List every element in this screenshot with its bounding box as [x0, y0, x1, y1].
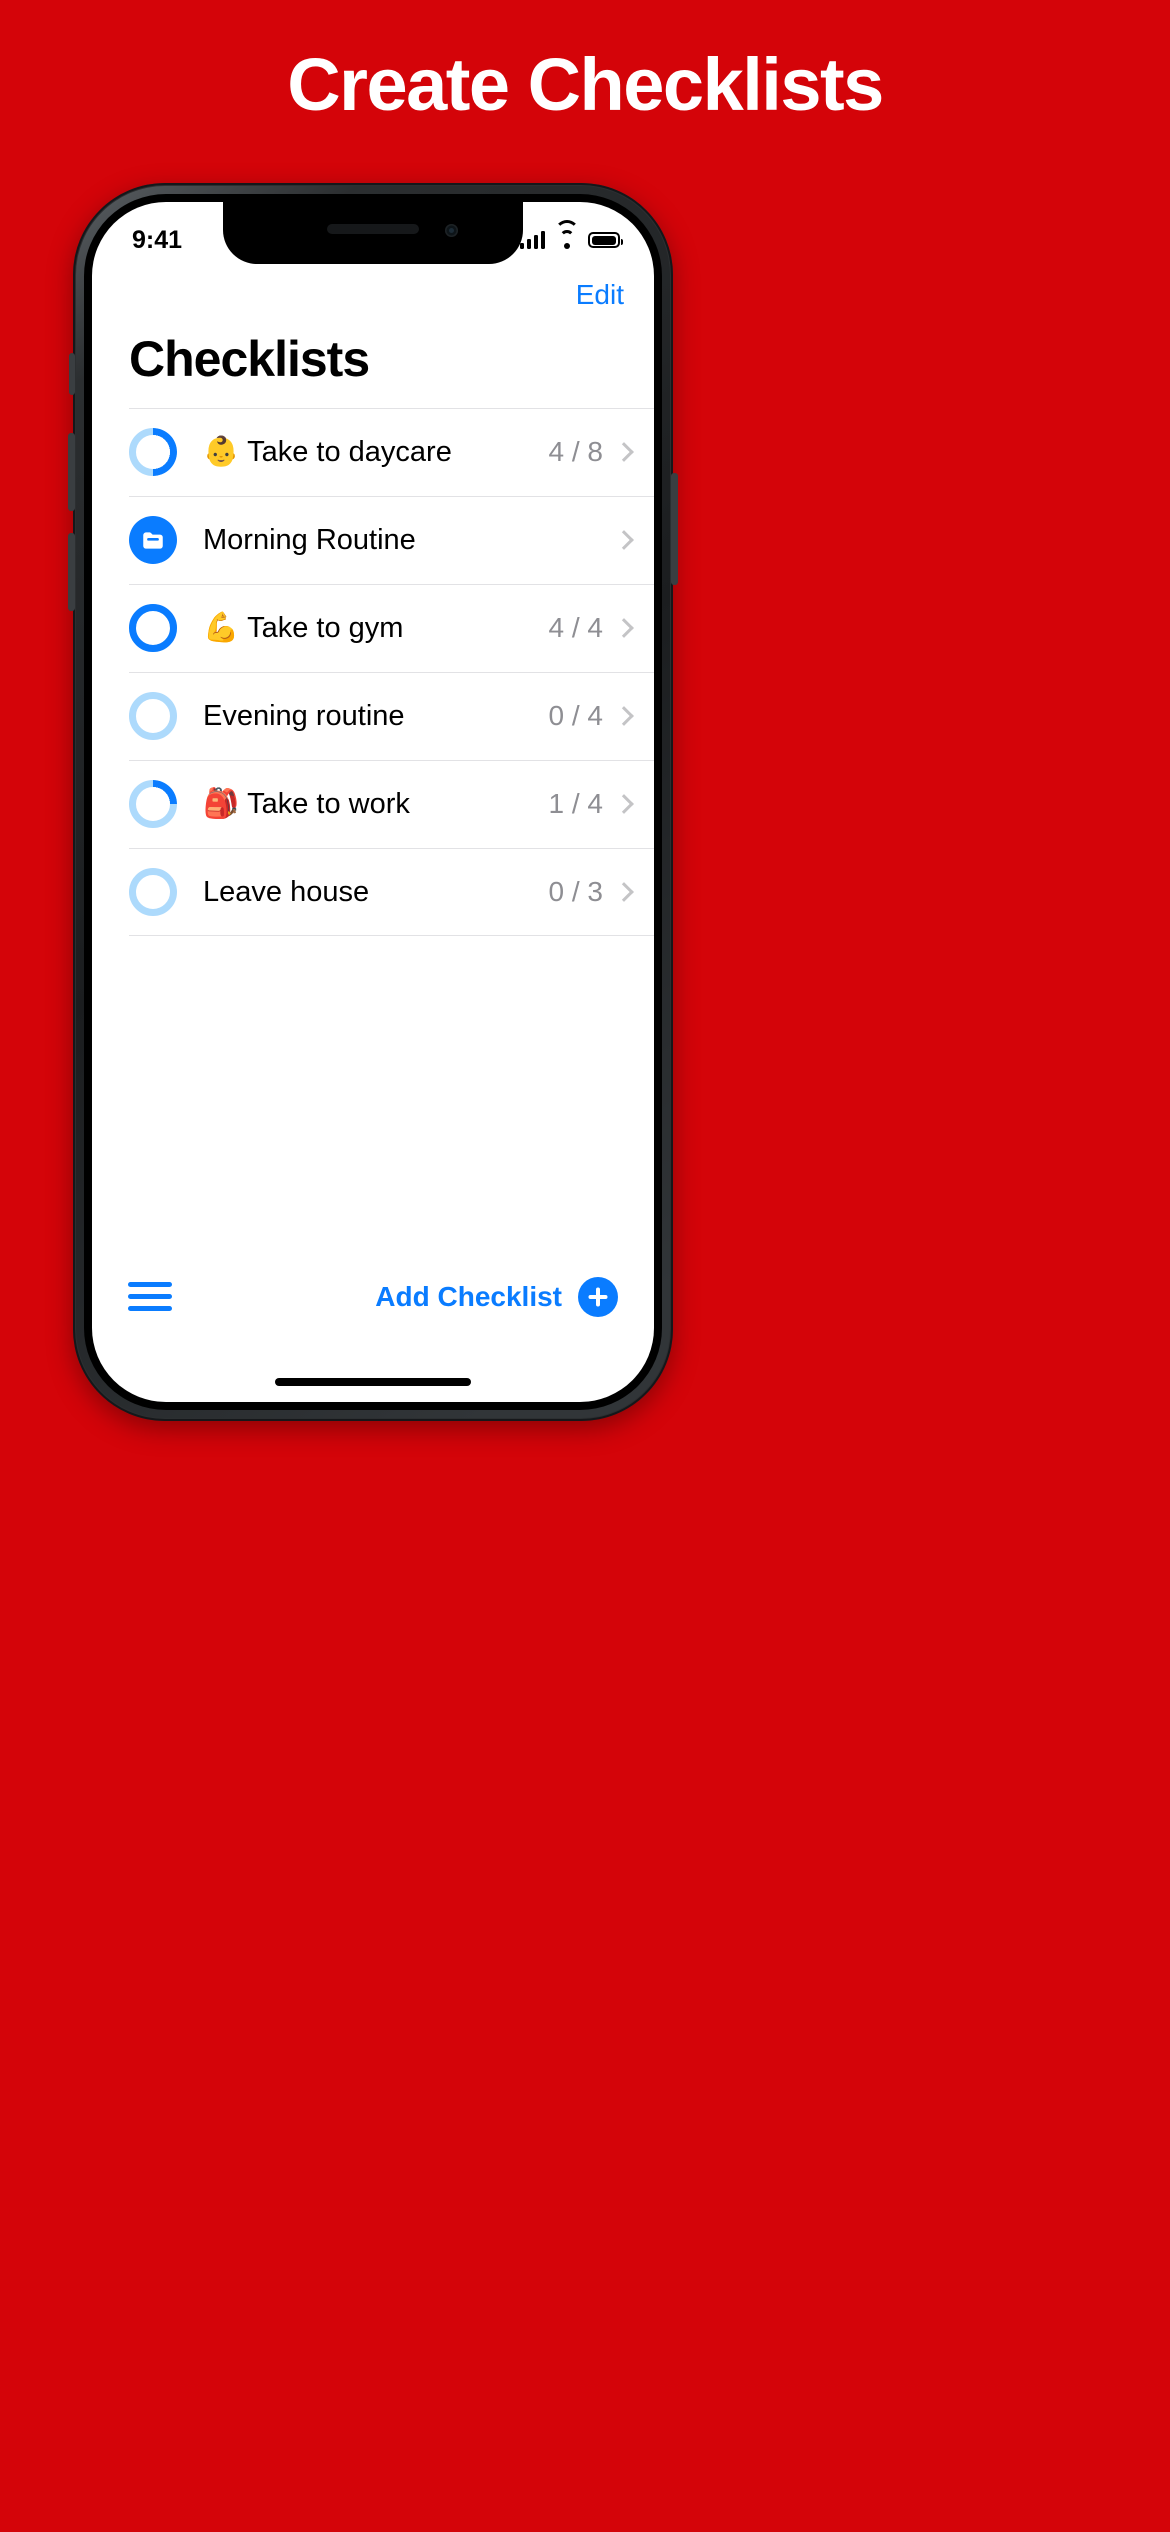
row-emoji: 💪: [203, 611, 240, 644]
row-label: Evening routine: [203, 699, 405, 732]
marketing-headline: Create Checklists: [287, 43, 884, 126]
row-count: 1 / 4: [548, 788, 603, 819]
progress-ring: [129, 780, 177, 828]
progress-ring: [129, 604, 177, 652]
cellular-signal-icon: [519, 231, 545, 249]
hamburger-menu-icon[interactable]: [128, 1282, 172, 1312]
progress-ring: [129, 868, 177, 916]
checklist-list: 👶 Take to daycare 4 / 8 Morning Routine 💪 Tak…: [92, 408, 654, 936]
page-title: Checklists: [129, 331, 370, 387]
row-count: 0 / 3: [548, 876, 603, 907]
edit-button[interactable]: Edit: [576, 279, 624, 311]
add-checklist-button[interactable]: Add Checklist: [375, 1277, 618, 1317]
row-label: Take to work: [247, 787, 410, 820]
plus-circle-icon: [578, 1277, 618, 1317]
row-label: Take to daycare: [247, 435, 452, 468]
row-label: Morning Routine: [203, 523, 416, 556]
chevron-right-icon: [617, 531, 628, 550]
battery-icon: [588, 232, 623, 248]
row-emoji: 🎒: [203, 787, 240, 820]
phone-screen: 9:41 Edit Checklists 👶 Take to daycare 4…: [92, 202, 654, 1402]
mute-switch[interactable]: [69, 353, 75, 395]
power-button[interactable]: [671, 473, 678, 585]
table-row[interactable]: Morning Routine: [129, 496, 654, 584]
chevron-right-icon: [617, 619, 628, 638]
row-count: 0 / 4: [548, 700, 603, 731]
row-count: 4 / 4: [548, 612, 603, 643]
table-row[interactable]: 💪 Take to gym 4 / 4: [129, 584, 654, 672]
status-icons: [519, 220, 623, 249]
chevron-right-icon: [617, 795, 628, 814]
chevron-right-icon: [617, 707, 628, 726]
wifi-icon: [554, 220, 579, 249]
progress-ring: [129, 428, 177, 476]
table-row[interactable]: 🎒 Take to work 1 / 4: [129, 760, 654, 848]
phone-bezel: 9:41 Edit Checklists 👶 Take to daycare 4…: [84, 194, 662, 1410]
row-label: Leave house: [203, 875, 370, 908]
phone-device-frame: 9:41 Edit Checklists 👶 Take to daycare 4…: [68, 183, 678, 1421]
bottom-toolbar: Add Checklist: [92, 1258, 654, 1336]
folder-icon: [129, 516, 177, 564]
progress-ring: [129, 692, 177, 740]
volume-down-button[interactable]: [68, 533, 75, 611]
home-indicator[interactable]: [275, 1378, 471, 1386]
chevron-right-icon: [617, 443, 628, 462]
row-label: Take to gym: [247, 611, 404, 644]
row-count: 4 / 8: [548, 436, 603, 467]
row-emoji: 👶: [203, 435, 240, 468]
table-row[interactable]: 👶 Take to daycare 4 / 8: [129, 408, 654, 496]
volume-up-button[interactable]: [68, 433, 75, 511]
status-time: 9:41: [132, 225, 183, 254]
navigation-bar: Edit: [92, 264, 654, 326]
add-checklist-label: Add Checklist: [375, 1281, 562, 1312]
status-bar: 9:41: [92, 202, 654, 264]
chevron-right-icon: [617, 883, 628, 902]
table-row[interactable]: Leave house 0 / 3: [129, 848, 654, 936]
table-row[interactable]: Evening routine 0 / 4: [129, 672, 654, 760]
